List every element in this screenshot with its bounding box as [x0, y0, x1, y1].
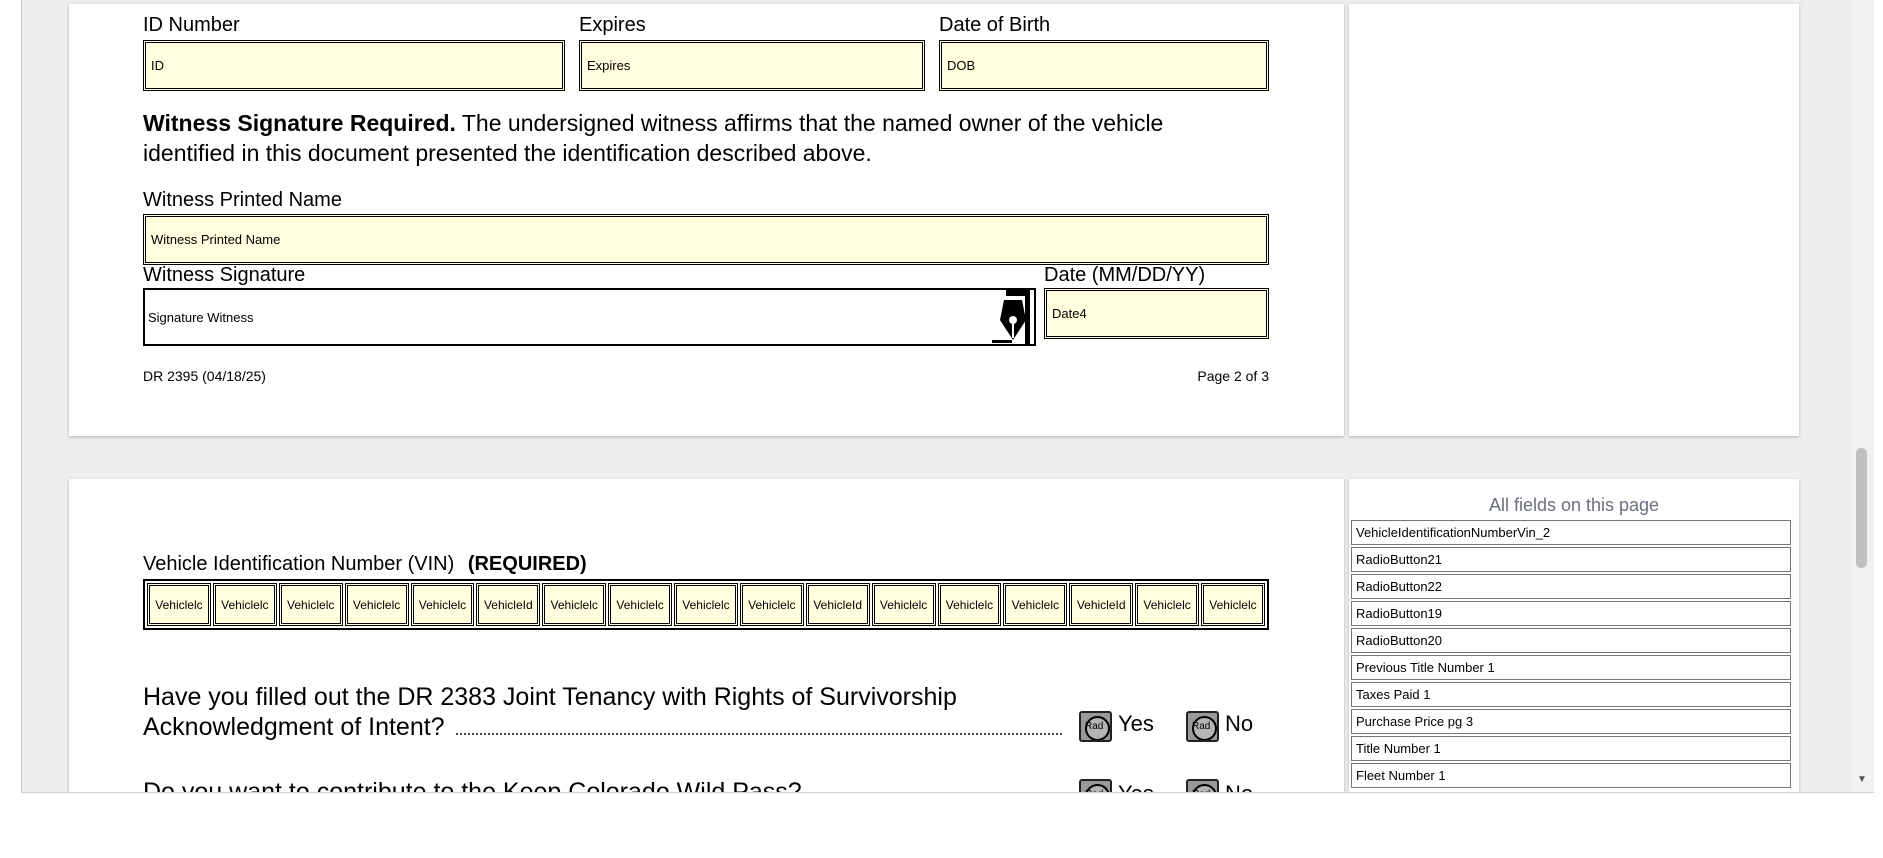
field-list-item[interactable]: Purchase Price pg 3	[1351, 709, 1791, 734]
witness-date-label: Date (MM/DD/YY)	[1044, 264, 1206, 286]
fields-panel-title: All fields on this page	[1488, 495, 1660, 515]
vin-char-field[interactable]: Vehiclelc	[937, 583, 1002, 626]
vin-char-field[interactable]: Vehiclelc	[212, 583, 277, 626]
keep-colorado-wild-question: Do you want to contribute to the Keep Co…	[143, 778, 802, 793]
id-number-label: ID Number	[143, 14, 240, 36]
witness-statement-heading: Witness Signature Required.	[143, 110, 456, 136]
vin-char-field[interactable]: Vehiclelc	[542, 583, 607, 626]
witness-signature-field[interactable]: Signature Witness	[143, 288, 1036, 346]
scroll-down-arrow-icon[interactable]: ▼	[1857, 774, 1867, 785]
pdf-page-3: Vehicle Identification Number (VIN) (REQ…	[69, 479, 1344, 793]
fields-panel-page-2	[1349, 4, 1799, 436]
vin-char-field[interactable]: Vehiclelc	[871, 583, 936, 626]
radio-no-caption: Rad	[1192, 721, 1211, 732]
witness-printed-name-label: Witness Printed Name	[143, 189, 342, 211]
witness-date-field[interactable]: Date4	[1044, 288, 1269, 339]
page-number: Page 2 of 3	[1197, 368, 1269, 384]
form-number: DR 2395 (04/18/25)	[143, 368, 266, 384]
vin-char-field[interactable]: Vehiclelc	[1135, 583, 1199, 626]
witness-statement-text-1: The undersigned witness affirms that the…	[455, 110, 1164, 136]
pen-nib-icon	[992, 290, 1032, 344]
expires-field[interactable]: Expires	[579, 40, 925, 91]
id-number-field[interactable]: ID	[143, 40, 565, 91]
leader-dots	[455, 729, 1062, 735]
field-list-item[interactable]: Fleet Number 1	[1351, 763, 1791, 788]
joint-tenancy-no-label: No	[1225, 711, 1254, 736]
vin-char-field[interactable]: Vehiclelc	[278, 583, 343, 626]
vin-required-text: (REQUIRED)	[467, 553, 587, 575]
vin-char-field[interactable]: Vehiclelc	[1201, 583, 1265, 626]
field-list-item[interactable]: RadioButton20	[1351, 628, 1791, 653]
vin-char-field[interactable]: Vehiclelc	[674, 583, 738, 626]
wild-pass-no-radio[interactable]: Rad	[1186, 779, 1219, 792]
date-of-birth-label: Date of Birth	[939, 14, 1051, 36]
witness-signature-label: Witness Signature	[143, 264, 306, 286]
joint-tenancy-yes-label: Yes	[1118, 711, 1154, 736]
vin-char-field[interactable]: Vehiclelc	[344, 583, 409, 626]
vin-char-field[interactable]: Vehiclelc	[147, 583, 211, 626]
radio-yes-caption: Rad	[1085, 789, 1103, 792]
field-list-item[interactable]: Taxes Paid 1	[1351, 682, 1791, 707]
joint-tenancy-question-line2: Acknowledgment of Intent?	[143, 713, 445, 741]
joint-tenancy-question: Have you filled out the DR 2383 Joint Te…	[143, 682, 1062, 742]
vin-char-field[interactable]: VehicleId	[1069, 583, 1134, 626]
witness-printed-name-field[interactable]: Witness Printed Name	[143, 214, 1269, 265]
radio-yes-caption: Rad	[1085, 721, 1104, 732]
vertical-scrollbar[interactable]: ▼	[1852, 0, 1873, 792]
field-list-item[interactable]: Title Number 1	[1351, 736, 1791, 761]
fields-panel-page-3: All fields on this page VehicleIdentific…	[1349, 479, 1799, 792]
vin-field-row: Vehiclelc Vehiclelc Vehiclelc Vehiclelc …	[143, 579, 1269, 630]
witness-signature-text: Signature Witness	[148, 309, 254, 325]
vin-char-field[interactable]: Vehiclelc	[1003, 583, 1068, 626]
field-list-item[interactable]: RadioButton21	[1351, 547, 1791, 572]
vin-char-field[interactable]: Vehiclelc	[608, 583, 672, 626]
vin-char-field[interactable]: Vehiclelc	[410, 583, 475, 626]
joint-tenancy-question-line1: Have you filled out the DR 2383 Joint Te…	[143, 683, 957, 711]
field-list-item[interactable]: RadioButton22	[1351, 574, 1791, 599]
joint-tenancy-yes-radio[interactable]: Rad	[1079, 711, 1112, 742]
joint-tenancy-no-radio[interactable]: Rad	[1186, 711, 1219, 742]
witness-statement: Witness Signature Required. The undersig…	[143, 108, 1283, 168]
wild-pass-no-label: No	[1225, 781, 1253, 792]
vin-char-field[interactable]: VehicleId	[805, 583, 870, 626]
field-list-item[interactable]: RadioButton19	[1351, 601, 1791, 626]
field-list-item[interactable]: VehicleIdentificationNumberVin_2	[1351, 520, 1791, 545]
vin-char-field[interactable]: Vehiclelc	[739, 583, 804, 626]
date-of-birth-field[interactable]: DOB	[939, 40, 1269, 91]
wild-pass-yes-radio[interactable]: Rad	[1079, 779, 1112, 792]
wild-pass-yes-label: Yes	[1118, 781, 1154, 792]
scrollbar-thumb[interactable]	[1856, 448, 1867, 568]
witness-statement-text-2: identified in this document presented th…	[143, 140, 872, 166]
vin-label-text: Vehicle Identification Number (VIN)	[143, 553, 455, 575]
field-list-item[interactable]: Previous Title Number 1	[1351, 655, 1791, 680]
pdf-page-2: ID Number ID Expires Expires Date of Bir…	[69, 4, 1344, 436]
vin-label: Vehicle Identification Number (VIN) (REQ…	[143, 553, 587, 575]
vin-char-field[interactable]: VehicleId	[476, 583, 541, 626]
expires-label: Expires	[579, 14, 646, 36]
document-viewer: ID Number ID Expires Expires Date of Bir…	[21, 0, 1874, 793]
radio-no-caption: Rad	[1192, 789, 1210, 792]
